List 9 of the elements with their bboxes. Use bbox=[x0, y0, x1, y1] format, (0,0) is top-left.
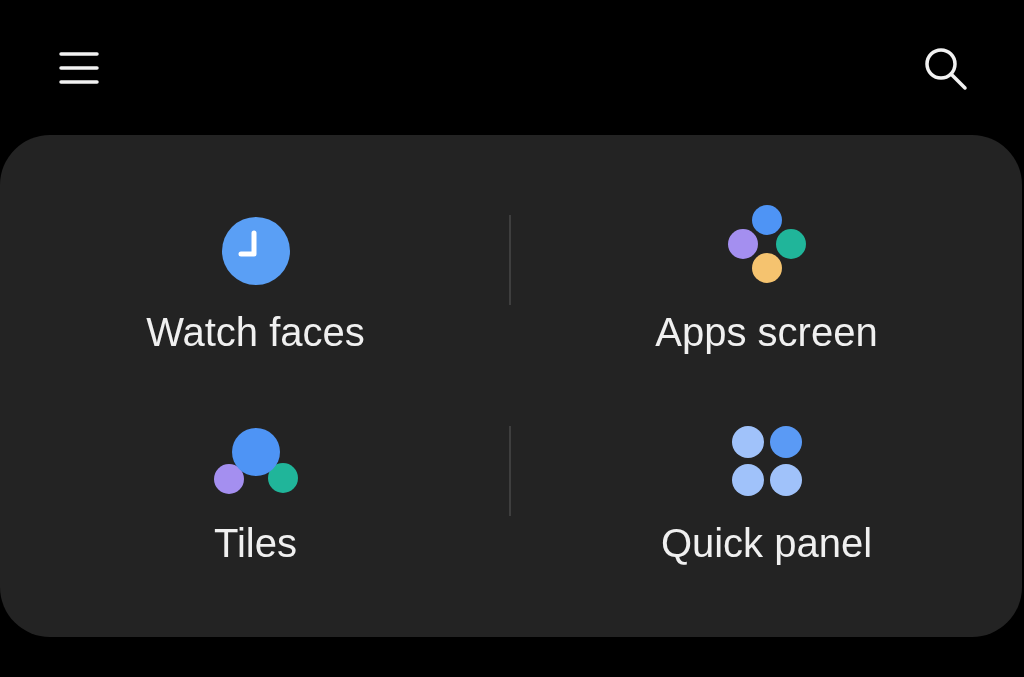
shortcut-label[interactable]: Apps screen bbox=[655, 308, 878, 356]
shortcut-label[interactable]: Watch faces bbox=[146, 308, 365, 356]
shortcut-label[interactable]: Tiles bbox=[214, 519, 297, 567]
dots-icon bbox=[725, 204, 808, 286]
clock-icon bbox=[220, 216, 291, 286]
grid-icon bbox=[730, 425, 803, 497]
circles-icon bbox=[213, 427, 298, 497]
shortcut-label[interactable]: Quick panel bbox=[660, 519, 873, 567]
menu-icon[interactable] bbox=[58, 49, 100, 86]
